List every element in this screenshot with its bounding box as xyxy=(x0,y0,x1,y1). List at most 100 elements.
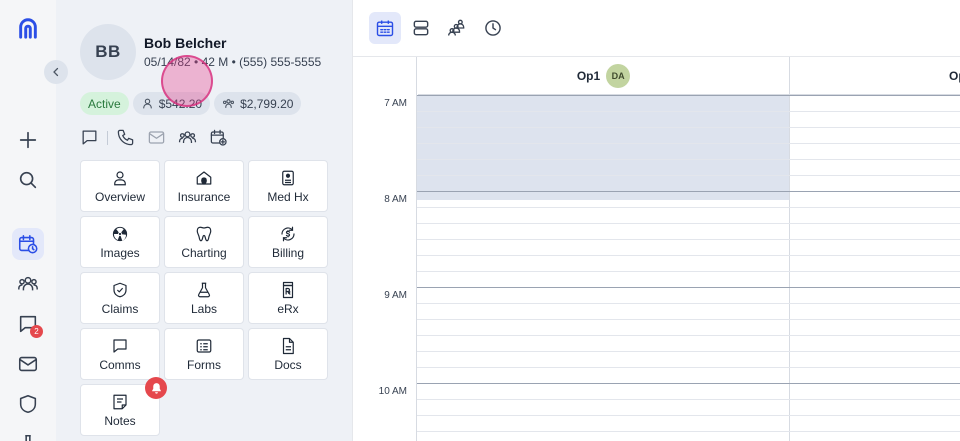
tile-label: Labs xyxy=(190,301,218,316)
phone-icon[interactable] xyxy=(116,128,135,147)
calendar-add-icon[interactable] xyxy=(209,128,228,147)
schedule-nav-button[interactable] xyxy=(12,228,44,260)
logo-icon[interactable] xyxy=(12,12,44,44)
hour-line xyxy=(417,383,960,384)
column-header-op2[interactable]: Op xyxy=(790,57,960,95)
tile-images[interactable]: Images xyxy=(80,216,160,268)
calendar-view-icon xyxy=(376,20,394,37)
person-icon xyxy=(114,170,126,185)
slot-line xyxy=(417,271,960,272)
patient-avatar: BB xyxy=(80,24,136,80)
tile-charting[interactable]: Charting xyxy=(164,216,244,268)
tile-label: Overview xyxy=(94,189,145,204)
slot-line xyxy=(417,303,960,304)
appointment-grid[interactable] xyxy=(417,57,960,441)
hour-line xyxy=(417,287,960,288)
add-button[interactable] xyxy=(12,124,44,156)
search-button[interactable] xyxy=(12,164,44,196)
family-icon[interactable] xyxy=(178,128,197,147)
notes-icon xyxy=(113,394,127,409)
column-title: Op xyxy=(949,68,960,83)
tile-insurance[interactable]: Insurance xyxy=(164,160,244,212)
rx-icon xyxy=(282,281,294,298)
shield-check-icon xyxy=(113,282,127,297)
schedule-toolbar xyxy=(352,0,960,57)
rows-view-icon xyxy=(413,20,429,36)
patient-actions xyxy=(80,128,228,147)
bell-icon xyxy=(151,382,161,394)
tile-med-hx[interactable]: Med Hx xyxy=(248,160,328,212)
tile-label: Comms xyxy=(99,357,141,372)
tile-erx[interactable]: eRx xyxy=(248,272,328,324)
tile-billing[interactable]: Billing xyxy=(248,216,328,268)
slot-line xyxy=(417,431,960,432)
divider xyxy=(107,130,108,145)
tile-docs[interactable]: Docs xyxy=(248,328,328,380)
tile-label: Notes xyxy=(104,413,136,428)
patient-menu-tiles: Overview Insurance Med Hx Images Chartin… xyxy=(80,160,328,436)
tile-label: Claims xyxy=(101,301,139,316)
slot-line xyxy=(417,159,960,160)
slot-line xyxy=(417,319,960,320)
slot-line xyxy=(417,239,960,240)
family-balance-chip[interactable]: $2,799.20 xyxy=(214,92,302,115)
tile-label: Billing xyxy=(271,245,304,260)
collapse-panel-button[interactable] xyxy=(44,60,68,84)
rows-view-button[interactable] xyxy=(405,12,437,44)
family-balance: $2,799.20 xyxy=(240,96,294,111)
labs-nav-button[interactable] xyxy=(12,428,44,441)
tile-label: Images xyxy=(100,245,140,260)
calendar-view-button[interactable] xyxy=(369,12,401,44)
clock-view-button[interactable] xyxy=(477,12,509,44)
flask-icon xyxy=(25,434,31,441)
flask-icon xyxy=(197,282,211,297)
patients-nav-button[interactable] xyxy=(12,268,44,300)
tile-overview[interactable]: Overview xyxy=(80,160,160,212)
family-icon xyxy=(223,99,235,108)
slot-line xyxy=(417,335,960,336)
column-header-op1[interactable]: Op1 DA xyxy=(418,57,789,95)
status-label: Active xyxy=(88,96,121,111)
time-label: 9 AM xyxy=(384,290,407,301)
hour-line xyxy=(417,95,960,96)
time-label: 10 AM xyxy=(378,386,407,397)
slot-line xyxy=(417,207,960,208)
mail-icon xyxy=(18,356,38,372)
mail-nav-button[interactable] xyxy=(12,348,44,380)
clock-view-icon xyxy=(485,20,501,36)
people-icon xyxy=(18,276,38,291)
messages-badge: 2 xyxy=(30,325,43,338)
chat-icon[interactable] xyxy=(80,128,99,147)
dollar-refresh-icon xyxy=(281,226,295,241)
tile-claims[interactable]: Claims xyxy=(80,272,160,324)
slot-line xyxy=(417,351,960,352)
patient-name: Bob Belcher xyxy=(144,35,227,51)
slot-line xyxy=(417,399,960,400)
slot-line xyxy=(417,127,960,128)
search-icon xyxy=(19,171,37,189)
time-label: 7 AM xyxy=(384,98,407,109)
column-title: Op1 xyxy=(576,68,601,83)
tile-label: Forms xyxy=(187,357,221,372)
tile-notes[interactable]: Notes xyxy=(80,377,167,436)
messages-nav-button[interactable]: 2 xyxy=(12,308,44,340)
hour-line xyxy=(417,191,960,192)
time-label: 8 AM xyxy=(384,194,407,205)
slot-line xyxy=(417,415,960,416)
slot-line xyxy=(417,143,960,144)
slot-line xyxy=(417,367,960,368)
calendar-clock-icon xyxy=(18,234,38,254)
person-icon xyxy=(142,98,152,109)
security-nav-button[interactable] xyxy=(12,388,44,420)
tile-comms[interactable]: Comms xyxy=(80,328,160,380)
schedule-grid: 7 AM 8 AM 9 AM 10 AM Op1 DA Op xyxy=(352,57,960,441)
providers-view-icon xyxy=(448,19,465,36)
tile-labs[interactable]: Labs xyxy=(164,272,244,324)
status-badge: Active xyxy=(80,92,129,115)
plus-icon xyxy=(19,131,37,149)
tile-label: Charting xyxy=(181,245,227,260)
chat-icon xyxy=(113,338,127,353)
tile-forms[interactable]: Forms xyxy=(164,328,244,380)
providers-view-button[interactable] xyxy=(441,12,473,44)
mail-icon[interactable] xyxy=(147,128,166,147)
